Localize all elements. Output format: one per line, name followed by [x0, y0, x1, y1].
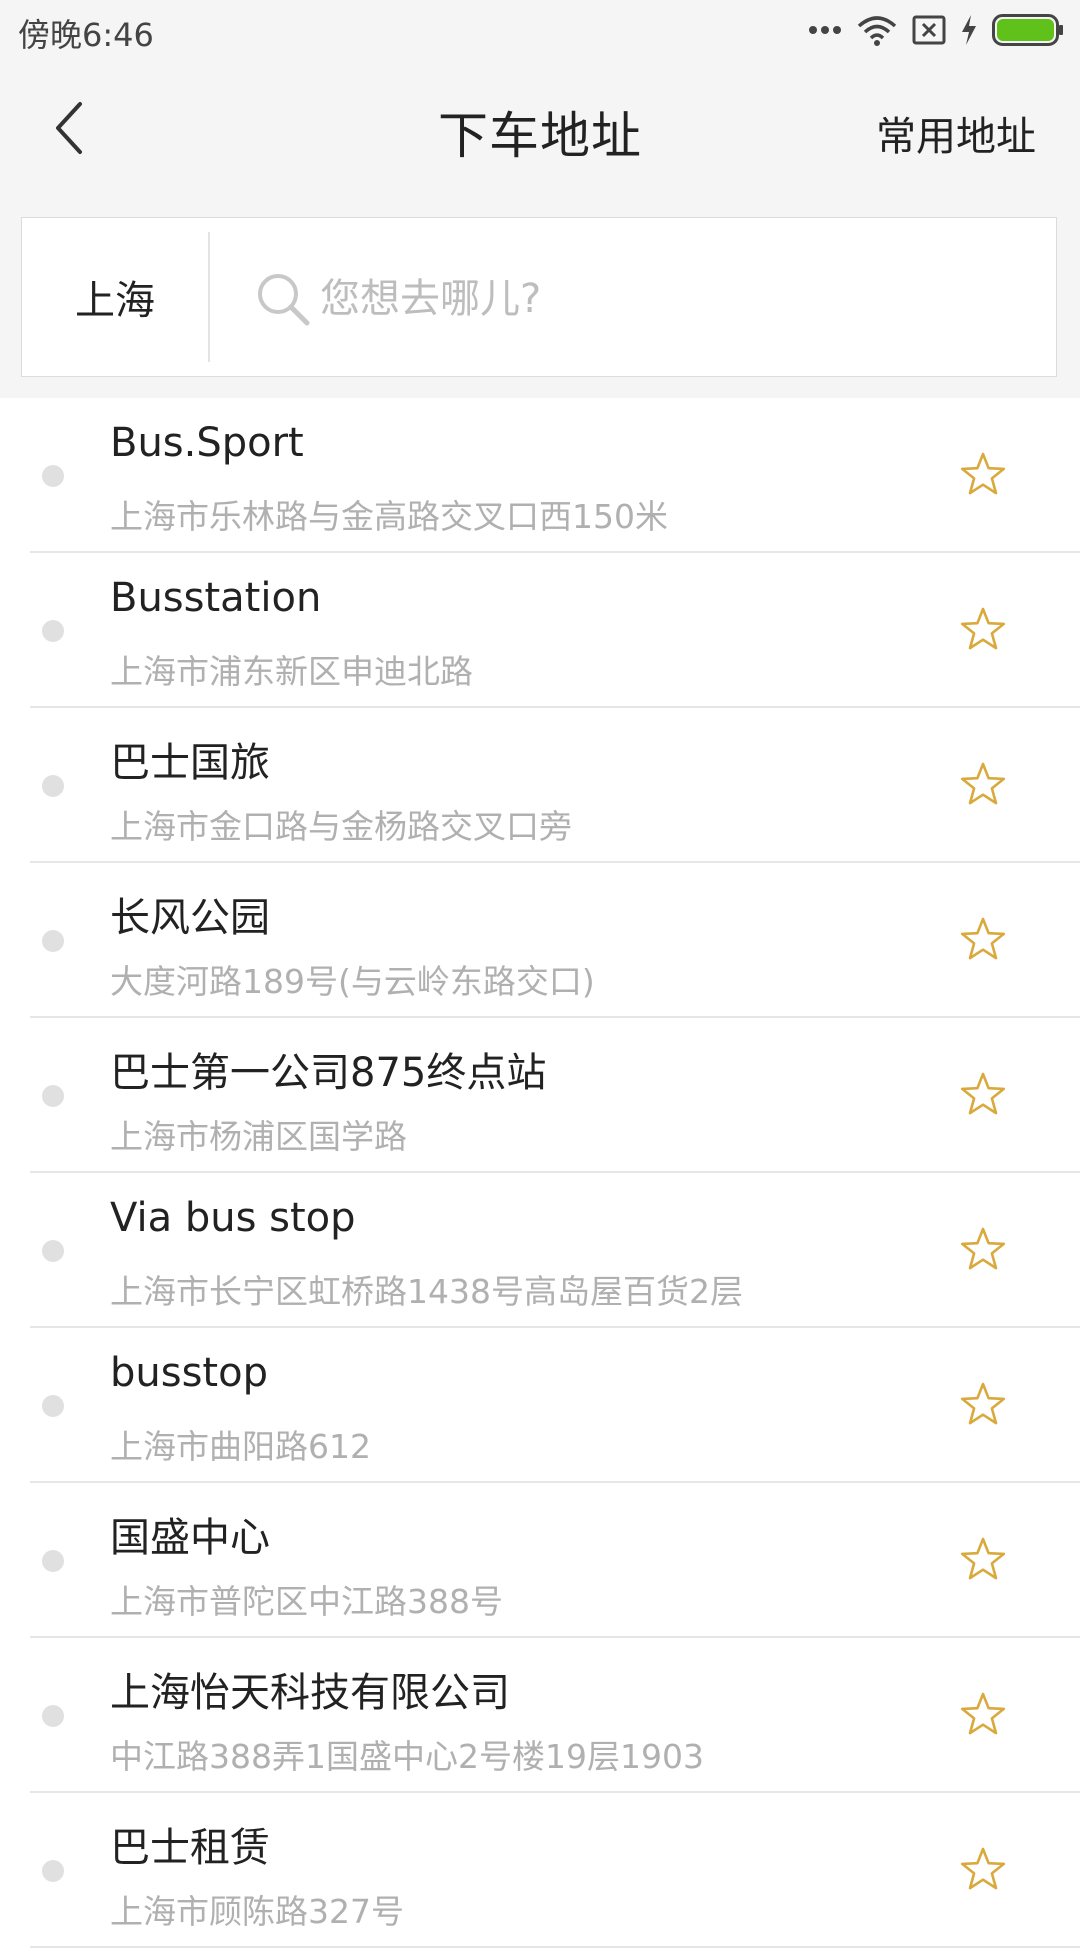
star-icon[interactable]	[958, 915, 1008, 965]
marker-dot	[42, 1395, 64, 1417]
nav-bar: 下车地址 常用地址	[0, 60, 1080, 200]
address-list: Bus.Sport 上海市乐林路与金高路交叉口西150米 Busstation 上海市…	[0, 398, 1080, 1948]
status-bar: 傍晚6:46	[0, 0, 1080, 60]
place-name: 上海怡天科技有限公司	[110, 1670, 510, 1716]
marker-dot	[42, 1550, 64, 1572]
status-time: 傍晚6:46	[18, 16, 154, 54]
search-bar: 上海	[21, 217, 1057, 377]
star-icon[interactable]	[958, 760, 1008, 810]
place-address: 上海市杨浦区国学路	[110, 1117, 407, 1156]
sim-error-icon	[912, 15, 946, 45]
list-item[interactable]: busstop 上海市曲阳路612	[0, 1328, 1080, 1483]
marker-dot	[42, 1860, 64, 1882]
place-address: 上海市乐林路与金高路交叉口西150米	[110, 497, 668, 536]
list-item[interactable]: 巴士国旅上海市金口路与金杨路交叉口旁	[0, 708, 1080, 863]
marker-dot	[42, 930, 64, 952]
place-name: Bus.Sport	[110, 420, 304, 466]
marker-dot	[42, 1240, 64, 1262]
star-icon[interactable]	[958, 450, 1008, 500]
place-address: 上海市金口路与金杨路交叉口旁	[110, 807, 572, 846]
list-item[interactable]: 巴士租赁上海市顾陈路327号	[0, 1793, 1080, 1948]
battery-icon	[992, 14, 1064, 46]
list-item[interactable]: 巴士第一公司875终点站上海市杨浦区国学路	[0, 1018, 1080, 1173]
place-address: 大度河路189号(与云岭东路交口)	[110, 962, 595, 1001]
place-name: Busstation	[110, 575, 322, 621]
star-icon[interactable]	[958, 1535, 1008, 1585]
place-address: 中江路388弄1国盛中心2号楼19层1903	[110, 1737, 704, 1776]
place-name: 长风公园	[110, 895, 270, 941]
divider	[208, 232, 210, 362]
wifi-icon	[856, 14, 898, 46]
star-icon[interactable]	[958, 605, 1008, 655]
marker-dot	[42, 465, 64, 487]
marker-dot	[42, 1085, 64, 1107]
place-address: 上海市曲阳路612	[110, 1427, 371, 1466]
more-dots-icon	[808, 24, 842, 36]
place-address: 上海市长宁区虹桥路1438号高岛屋百货2层	[110, 1272, 743, 1311]
charging-icon	[960, 14, 978, 46]
list-item[interactable]: 长风公园大度河路189号(与云岭东路交口)	[0, 863, 1080, 1018]
place-address: 上海市顾陈路327号	[110, 1892, 404, 1931]
place-name: 国盛中心	[110, 1515, 270, 1561]
list-item[interactable]: Via bus stop 上海市长宁区虹桥路1438号高岛屋百货2层	[0, 1173, 1080, 1328]
place-name: busstop	[110, 1350, 268, 1396]
city-selector[interactable]: 上海	[22, 218, 208, 376]
place-address: 上海市普陀区中江路388号	[110, 1582, 503, 1621]
place-name: Via bus stop	[110, 1195, 356, 1241]
marker-dot	[42, 620, 64, 642]
header-area: 傍晚6:46 下车地址 常用地址 上海 您想去哪儿?	[0, 0, 1080, 398]
place-name: 巴士国旅	[110, 740, 270, 786]
star-icon[interactable]	[958, 1070, 1008, 1120]
list-item[interactable]: Bus.Sport 上海市乐林路与金高路交叉口西150米	[0, 398, 1080, 553]
star-icon[interactable]	[958, 1225, 1008, 1275]
place-name: 巴士租赁	[110, 1825, 270, 1871]
search-input[interactable]	[318, 258, 1022, 340]
star-icon[interactable]	[958, 1380, 1008, 1430]
search-icon	[254, 270, 312, 328]
star-icon[interactable]	[958, 1845, 1008, 1895]
common-address-button[interactable]: 常用地址	[876, 104, 1036, 162]
list-item[interactable]: Busstation 上海市浦东新区申迪北路	[0, 553, 1080, 708]
place-address: 上海市浦东新区申迪北路	[110, 652, 473, 691]
marker-dot	[42, 775, 64, 797]
list-item[interactable]: 国盛中心上海市普陀区中江路388号	[0, 1483, 1080, 1638]
place-name: 巴士第一公司875终点站	[110, 1050, 547, 1096]
marker-dot	[42, 1705, 64, 1727]
list-item[interactable]: 上海怡天科技有限公司中江路388弄1国盛中心2号楼19层1903	[0, 1638, 1080, 1793]
star-icon[interactable]	[958, 1690, 1008, 1740]
status-icons	[808, 10, 1064, 50]
